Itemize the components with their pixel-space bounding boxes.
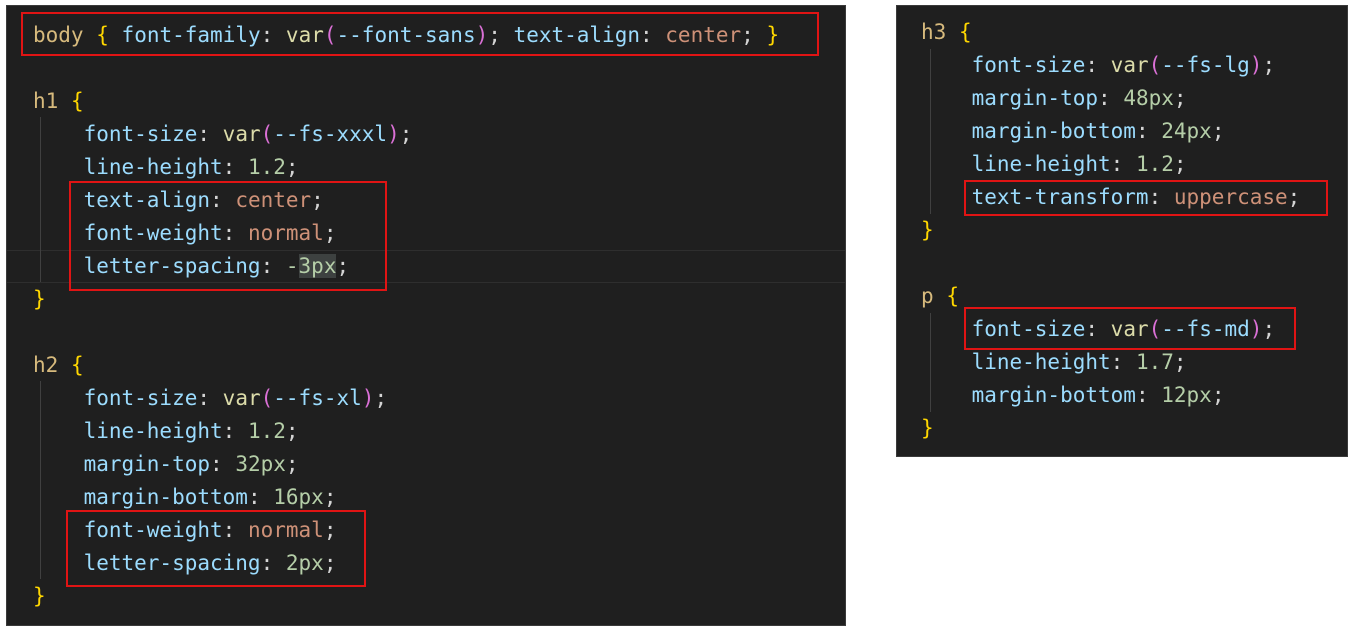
code-token: ) xyxy=(1249,53,1263,77)
code-line: line-height: 1.2; xyxy=(33,415,299,448)
code-token: : xyxy=(1085,53,1111,77)
code-token: : xyxy=(222,419,248,443)
code-token: margin-top xyxy=(33,452,211,476)
code-token: : xyxy=(247,485,274,509)
code-token: 1.2 xyxy=(247,155,286,179)
code-token: ; xyxy=(285,155,299,179)
code-token: ; xyxy=(399,122,413,146)
code-line: line-height: 1.2; xyxy=(921,148,1187,181)
code-token: line-height xyxy=(33,155,223,179)
code-line: margin-top: 48px; xyxy=(921,82,1187,115)
code-token: 12px xyxy=(1161,383,1212,407)
code-token: : xyxy=(1110,350,1136,374)
code-token: ; xyxy=(1262,53,1276,77)
code-token: 1.2 xyxy=(247,419,286,443)
code-line: line-height: 1.7; xyxy=(921,346,1187,379)
code-token: : xyxy=(1135,119,1162,143)
code-token: h2 xyxy=(33,353,59,377)
code-line: font-size: var(--fs-xl); xyxy=(33,382,388,415)
highlight-box-h2-properties xyxy=(66,510,366,587)
code-line: font-size: var(--fs-xxxl); xyxy=(33,118,413,151)
code-token: margin-top xyxy=(921,86,1099,110)
code-line: h1 { xyxy=(33,85,84,118)
code-token: line-height xyxy=(33,419,223,443)
code-line: h2 { xyxy=(33,349,84,382)
code-token: : xyxy=(197,122,223,146)
code-token: h1 xyxy=(33,89,59,113)
code-token: } xyxy=(921,416,934,440)
code-token: 1.2 xyxy=(1135,152,1174,176)
code-token: ; xyxy=(1211,383,1225,407)
code-token: ( xyxy=(260,122,274,146)
code-token: 1.7 xyxy=(1135,350,1174,374)
code-token: ; xyxy=(1211,119,1225,143)
code-editor-pane-right[interactable]: h3 { font-size: var(--fs-lg); margin-top… xyxy=(896,5,1348,457)
highlight-box-p-font-size xyxy=(964,307,1296,350)
code-token: p xyxy=(921,284,934,308)
code-token: : xyxy=(210,452,236,476)
code-token: ; xyxy=(323,485,337,509)
code-editor-pane-left[interactable]: body { font-family: var(--font-sans); te… xyxy=(6,5,846,626)
code-token: { xyxy=(70,353,84,377)
highlight-box-body-rule xyxy=(21,12,819,56)
code-token: ; xyxy=(285,452,299,476)
code-token: var xyxy=(1110,53,1149,77)
code-token: margin-bottom xyxy=(921,383,1136,407)
highlight-box-text-transform xyxy=(964,180,1328,216)
code-token: margin-bottom xyxy=(33,485,248,509)
code-token: --fs-xl xyxy=(273,386,362,410)
code-token: --fs-xxxl xyxy=(273,122,388,146)
code-line: p { xyxy=(921,280,959,313)
code-token: { xyxy=(946,284,959,308)
code-line: } xyxy=(921,412,934,445)
code-line: margin-top: 32px; xyxy=(33,448,299,481)
code-line: font-size: var(--fs-lg); xyxy=(921,49,1276,82)
code-token: 16px xyxy=(273,485,324,509)
code-token: : xyxy=(1098,86,1124,110)
code-token: 24px xyxy=(1161,119,1212,143)
code-token: { xyxy=(70,89,84,113)
code-token: : xyxy=(1110,152,1136,176)
code-token: var xyxy=(222,122,261,146)
code-token: ; xyxy=(1173,86,1187,110)
code-token: } xyxy=(921,218,934,242)
code-token: 48px xyxy=(1123,86,1174,110)
code-token: h3 xyxy=(921,20,947,44)
code-token: ( xyxy=(260,386,274,410)
code-token: line-height xyxy=(921,152,1111,176)
code-token: ) xyxy=(387,122,400,146)
code-token: : xyxy=(1135,383,1162,407)
code-line: h3 { xyxy=(921,16,972,49)
code-line: } xyxy=(921,214,934,247)
code-token: ; xyxy=(1173,350,1187,374)
code-token: ; xyxy=(374,386,388,410)
code-token: ; xyxy=(1173,152,1187,176)
code-token: font-size xyxy=(33,386,198,410)
highlight-box-h1-properties xyxy=(69,181,387,291)
code-token: ( xyxy=(1148,53,1162,77)
code-token: line-height xyxy=(921,350,1111,374)
code-token: : xyxy=(222,155,248,179)
code-token: --fs-lg xyxy=(1161,53,1250,77)
code-token: : xyxy=(197,386,223,410)
code-line: } xyxy=(33,580,46,613)
code-line: line-height: 1.2; xyxy=(33,151,299,184)
code-token: ; xyxy=(285,419,299,443)
code-token: } xyxy=(33,584,46,608)
code-token: font-size xyxy=(33,122,198,146)
code-token: 32px xyxy=(235,452,286,476)
code-line: margin-bottom: 12px; xyxy=(921,379,1225,412)
code-token: margin-bottom xyxy=(921,119,1136,143)
code-token: } xyxy=(33,287,46,311)
code-token: var xyxy=(222,386,261,410)
code-line: margin-bottom: 24px; xyxy=(921,115,1225,148)
code-line: } xyxy=(33,283,46,316)
code-token: ) xyxy=(361,386,375,410)
code-token: font-size xyxy=(921,53,1086,77)
code-token: { xyxy=(958,20,972,44)
